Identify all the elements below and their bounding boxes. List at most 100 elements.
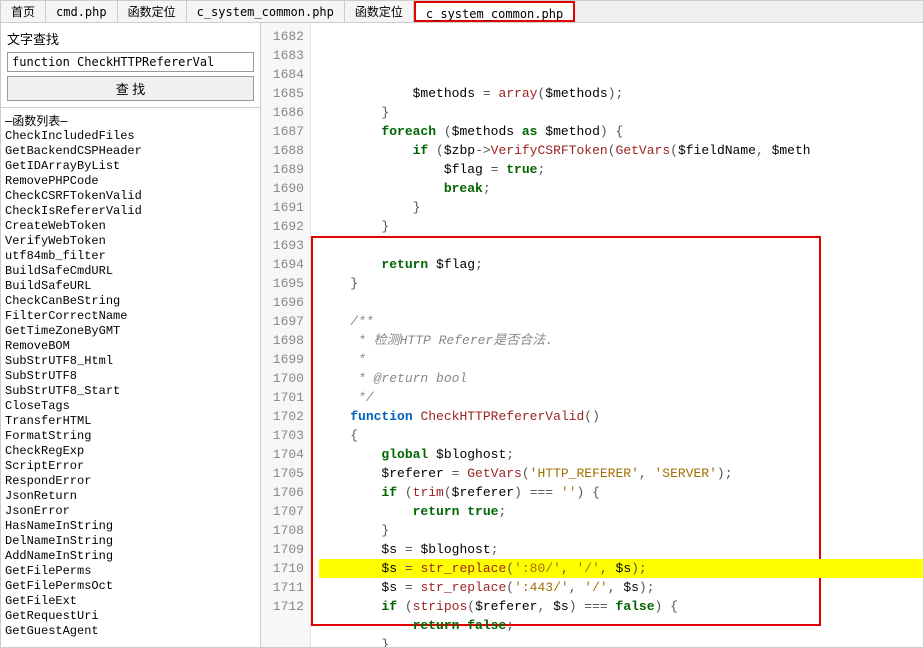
tab[interactable]: c_system_common.php xyxy=(414,1,575,22)
line-number: 1686 xyxy=(261,103,304,122)
function-item[interactable]: SubStrUTF8_Start xyxy=(5,384,256,399)
function-item[interactable]: RemoveBOM xyxy=(5,339,256,354)
code-line: } xyxy=(319,103,923,122)
code-line: $s = $bloghost; xyxy=(319,540,923,559)
function-item[interactable]: FilterCorrectName xyxy=(5,309,256,324)
code-line: if (trim($referer) === '') { xyxy=(319,483,923,502)
function-item[interactable]: DelNameInString xyxy=(5,534,256,549)
line-number: 1695 xyxy=(261,274,304,293)
line-number: 1711 xyxy=(261,578,304,597)
code-line: * 检测HTTP Referer是否合法. xyxy=(319,331,923,350)
tab[interactable]: c_system_common.php xyxy=(187,1,345,22)
function-item[interactable]: BuildSafeURL xyxy=(5,279,256,294)
function-item[interactable]: CheckCanBeString xyxy=(5,294,256,309)
line-number: 1707 xyxy=(261,502,304,521)
function-item[interactable]: TransferHTML xyxy=(5,414,256,429)
line-number: 1689 xyxy=(261,160,304,179)
function-item[interactable]: ScriptError xyxy=(5,459,256,474)
code-line: * xyxy=(319,350,923,369)
line-number: 1691 xyxy=(261,198,304,217)
code-line: } xyxy=(319,635,923,647)
line-number: 1699 xyxy=(261,350,304,369)
code-line: foreach ($methods as $method) { xyxy=(319,122,923,141)
function-item[interactable]: GetBackendCSPHeader xyxy=(5,144,256,159)
tab[interactable]: cmd.php xyxy=(46,1,118,22)
code-line: */ xyxy=(319,388,923,407)
code-line: if ($zbp->VerifyCSRFToken(GetVars($field… xyxy=(319,141,923,160)
line-number: 1684 xyxy=(261,65,304,84)
function-item[interactable]: CreateWebToken xyxy=(5,219,256,234)
line-gutter: 1682168316841685168616871688168916901691… xyxy=(261,23,311,647)
function-item[interactable]: GetFilePerms xyxy=(5,564,256,579)
code-line: * @return bool xyxy=(319,369,923,388)
line-number: 1692 xyxy=(261,217,304,236)
function-item[interactable]: GetRequestUri xyxy=(5,609,256,624)
line-number: 1705 xyxy=(261,464,304,483)
function-item[interactable]: FormatString xyxy=(5,429,256,444)
function-item[interactable]: SubStrUTF8_Html xyxy=(5,354,256,369)
line-number: 1688 xyxy=(261,141,304,160)
main-area: 文字查找 查 找 —函数列表— CheckIncludedFilesGetBac… xyxy=(1,23,923,647)
function-item[interactable]: RespondError xyxy=(5,474,256,489)
function-item[interactable]: CheckCSRFTokenValid xyxy=(5,189,256,204)
function-item[interactable]: RemovePHPCode xyxy=(5,174,256,189)
function-item[interactable]: CheckIsRefererValid xyxy=(5,204,256,219)
app-window: 首页cmd.php函数定位c_system_common.php函数定位c_sy… xyxy=(0,0,924,648)
function-item[interactable]: utf84mb_filter xyxy=(5,249,256,264)
function-item[interactable]: SubStrUTF8 xyxy=(5,369,256,384)
line-number: 1702 xyxy=(261,407,304,426)
line-number: 1693 xyxy=(261,236,304,255)
code-line: } xyxy=(319,198,923,217)
function-item[interactable]: HasNameInString xyxy=(5,519,256,534)
code-area[interactable]: $methods = array($methods); } foreach ($… xyxy=(311,23,923,647)
code-line: return $flag; xyxy=(319,255,923,274)
line-number: 1685 xyxy=(261,84,304,103)
line-number: 1683 xyxy=(261,46,304,65)
tab[interactable]: 首页 xyxy=(1,1,46,22)
search-box: 文字查找 查 找 xyxy=(1,23,260,108)
line-number: 1700 xyxy=(261,369,304,388)
code-line: function CheckHTTPRefererValid() xyxy=(319,407,923,426)
line-number: 1696 xyxy=(261,293,304,312)
line-number: 1703 xyxy=(261,426,304,445)
code-line: $s = str_replace(':80/', '/', $s); xyxy=(319,559,923,578)
function-item[interactable]: GetIDArrayByList xyxy=(5,159,256,174)
code-line: $flag = true; xyxy=(319,160,923,179)
tab-bar: 首页cmd.php函数定位c_system_common.php函数定位c_sy… xyxy=(1,1,923,23)
code-line xyxy=(319,236,923,255)
function-item[interactable]: CheckIncludedFiles xyxy=(5,129,256,144)
code-line: $referer = GetVars('HTTP_REFERER', 'SERV… xyxy=(319,464,923,483)
code-line: $s = str_replace(':443/', '/', $s); xyxy=(319,578,923,597)
tab[interactable]: 函数定位 xyxy=(345,1,414,22)
code-line xyxy=(319,293,923,312)
search-title: 文字查找 xyxy=(7,29,254,48)
line-number: 1708 xyxy=(261,521,304,540)
function-item[interactable]: GetTimeZoneByGMT xyxy=(5,324,256,339)
search-input[interactable] xyxy=(7,52,254,72)
function-item[interactable]: CloseTags xyxy=(5,399,256,414)
line-number: 1701 xyxy=(261,388,304,407)
function-item[interactable]: AddNameInString xyxy=(5,549,256,564)
function-item[interactable]: BuildSafeCmdURL xyxy=(5,264,256,279)
function-item[interactable]: JsonError xyxy=(5,504,256,519)
function-item[interactable]: JsonReturn xyxy=(5,489,256,504)
line-number: 1697 xyxy=(261,312,304,331)
code-line: global $bloghost; xyxy=(319,445,923,464)
code-line: return true; xyxy=(319,502,923,521)
function-item[interactable]: GetGuestAgent xyxy=(5,624,256,639)
function-list[interactable]: —函数列表— CheckIncludedFilesGetBackendCSPHe… xyxy=(1,108,260,647)
function-item[interactable]: CheckRegExp xyxy=(5,444,256,459)
line-number: 1709 xyxy=(261,540,304,559)
code-line: { xyxy=(319,426,923,445)
function-item[interactable]: VerifyWebToken xyxy=(5,234,256,249)
editor-panel: 1682168316841685168616871688168916901691… xyxy=(261,23,923,647)
line-number: 1690 xyxy=(261,179,304,198)
function-item[interactable]: GetFileExt xyxy=(5,594,256,609)
search-button[interactable]: 查 找 xyxy=(7,76,254,101)
line-number: 1694 xyxy=(261,255,304,274)
code-line: /** xyxy=(319,312,923,331)
line-number: 1698 xyxy=(261,331,304,350)
tab[interactable]: 函数定位 xyxy=(118,1,187,22)
code-line: } xyxy=(319,217,923,236)
function-item[interactable]: GetFilePermsOct xyxy=(5,579,256,594)
